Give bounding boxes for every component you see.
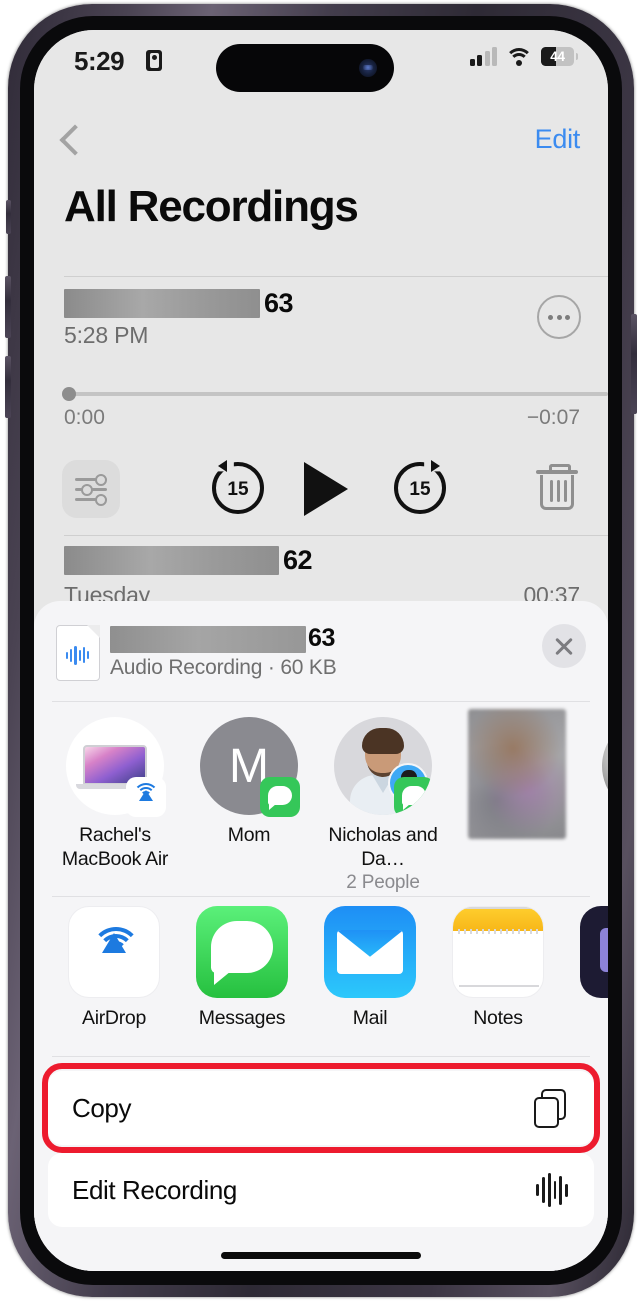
phone-frame: Edit All Recordings 63 5:28 PM 0:00 −0:0…: [5, 4, 637, 1297]
playback-scrubber-knob[interactable]: [62, 387, 76, 401]
share-app-messages[interactable]: Messages: [192, 906, 292, 1056]
recording-name-redacted: [64, 289, 260, 318]
battery-percent: 44: [550, 49, 565, 64]
skip-back-label: 15: [227, 478, 249, 500]
mail-app-icon: [324, 906, 416, 998]
contact-label: Mom: [227, 824, 271, 846]
page-title: All Recordings: [64, 182, 359, 231]
monogram-avatar: M: [200, 717, 300, 817]
transport-controls: 15 15: [34, 458, 608, 524]
volume-up-button[interactable]: [5, 276, 11, 338]
ellipsis-dot: [548, 314, 553, 320]
audio-sliders-icon[interactable]: [62, 460, 120, 518]
navigation-bar: Edit: [34, 124, 608, 175]
sheet-divider: [52, 701, 590, 702]
ellipsis-dot: [556, 314, 562, 320]
group-photo-avatar: [334, 717, 432, 815]
share-target-partial-contact[interactable]: [592, 709, 608, 884]
edit-button[interactable]: Edit: [535, 124, 581, 155]
sheet-divider: [52, 896, 590, 897]
share-app-mail[interactable]: Mail: [320, 906, 420, 1056]
action-row-edit-recording[interactable]: Edit Recording: [48, 1153, 594, 1227]
cellular-signal-icon: [469, 47, 497, 66]
action-label: Edit Recording: [72, 1174, 237, 1205]
share-file-name-redacted: [110, 626, 306, 653]
power-button[interactable]: [631, 314, 637, 414]
bw-contact-photo-partial: [602, 717, 608, 815]
contact-sublabel: 2 People: [346, 872, 420, 893]
waveform-icon: [532, 1170, 572, 1210]
messages-badge-icon: [394, 777, 432, 815]
elapsed-time: 0:00: [64, 406, 105, 429]
share-sheet-header: 63 Audio Recording · 60 KB: [34, 601, 608, 701]
app-label: Messages: [198, 1007, 286, 1029]
more-options-button[interactable]: [537, 295, 581, 339]
contact-label: Nicholas and Da…: [328, 824, 438, 870]
messages-badge-icon: [260, 777, 300, 817]
share-sheet: 63 Audio Recording · 60 KB Rachel's MacB…: [34, 601, 608, 1271]
share-app-airdrop[interactable]: AirDrop: [64, 906, 164, 1056]
share-apps-row[interactable]: AirDrop Messages Mail Notes: [34, 906, 608, 1056]
status-bar: 5:29 44: [34, 30, 608, 92]
share-target-mom[interactable]: M Mom: [190, 709, 308, 884]
app-label: Mail: [352, 1007, 388, 1029]
playback-scrubber-track[interactable]: [64, 392, 608, 396]
messages-app-icon: [196, 906, 288, 998]
ellipsis-dot: [565, 314, 570, 320]
dynamic-island[interactable]: [216, 44, 394, 92]
trash-icon[interactable]: [536, 464, 578, 514]
back-chevron-icon[interactable]: [59, 124, 91, 156]
share-contacts-row[interactable]: Rachel's MacBook Air M Mom Nicholas and …: [34, 709, 608, 893]
recording-number: 62: [283, 545, 313, 575]
share-target-blurred-contact[interactable]: [458, 709, 576, 884]
play-icon[interactable]: [304, 462, 348, 516]
skip-back-15-icon[interactable]: 15: [212, 460, 264, 514]
list-divider-top: [64, 276, 608, 277]
audio-file-icon: [56, 625, 100, 681]
skip-forward-label: 15: [409, 478, 431, 500]
app-label: AirDrop: [82, 1007, 146, 1029]
copy-icon: [532, 1088, 572, 1128]
notes-app-icon: [452, 906, 544, 998]
recording-lock-icon: [146, 50, 162, 71]
share-file-meta: Audio Recording · 60 KB: [110, 656, 337, 679]
front-camera-lens: [359, 59, 377, 77]
recording-timestamp: 5:28 PM: [64, 322, 149, 348]
share-target-nicholas-group[interactable]: Nicholas and Da… 2 People: [324, 709, 442, 893]
app-label: Notes: [473, 1007, 523, 1029]
share-actions-list: Copy Edit Recording: [48, 1071, 594, 1235]
volume-down-button[interactable]: [5, 356, 11, 418]
action-row-copy[interactable]: Copy: [48, 1071, 594, 1145]
share-app-notes[interactable]: Notes: [448, 906, 548, 1056]
recording-number: 63: [264, 288, 294, 318]
wifi-icon: [505, 47, 533, 66]
share-file-number: 63: [308, 624, 336, 652]
battery-icon: 44: [541, 47, 578, 66]
macbook-air-icon: [66, 717, 166, 817]
blurred-contact-photo: [468, 709, 566, 839]
action-label: Copy: [72, 1092, 132, 1123]
phone-screen: Edit All Recordings 63 5:28 PM 0:00 −0:0…: [34, 30, 608, 1271]
remaining-time: −0:07: [526, 406, 580, 429]
airdrop-badge-icon: [126, 777, 166, 817]
status-icons: 44: [469, 47, 578, 66]
skip-forward-15-icon[interactable]: 15: [394, 460, 446, 514]
share-app-partial[interactable]: [576, 906, 608, 1056]
contact-label: Rachel's MacBook Air: [61, 824, 169, 870]
silence-switch[interactable]: [6, 200, 11, 234]
close-icon[interactable]: [542, 624, 586, 668]
list-divider-mid: [64, 535, 608, 536]
share-target-rachels-macbook-air[interactable]: Rachel's MacBook Air: [56, 709, 174, 884]
home-indicator[interactable]: [221, 1252, 421, 1259]
partial-app-icon: [580, 906, 608, 998]
recording-name-redacted: [64, 546, 279, 575]
sheet-divider: [52, 1056, 590, 1057]
status-time: 5:29: [74, 46, 125, 76]
airdrop-app-icon: [68, 906, 160, 998]
